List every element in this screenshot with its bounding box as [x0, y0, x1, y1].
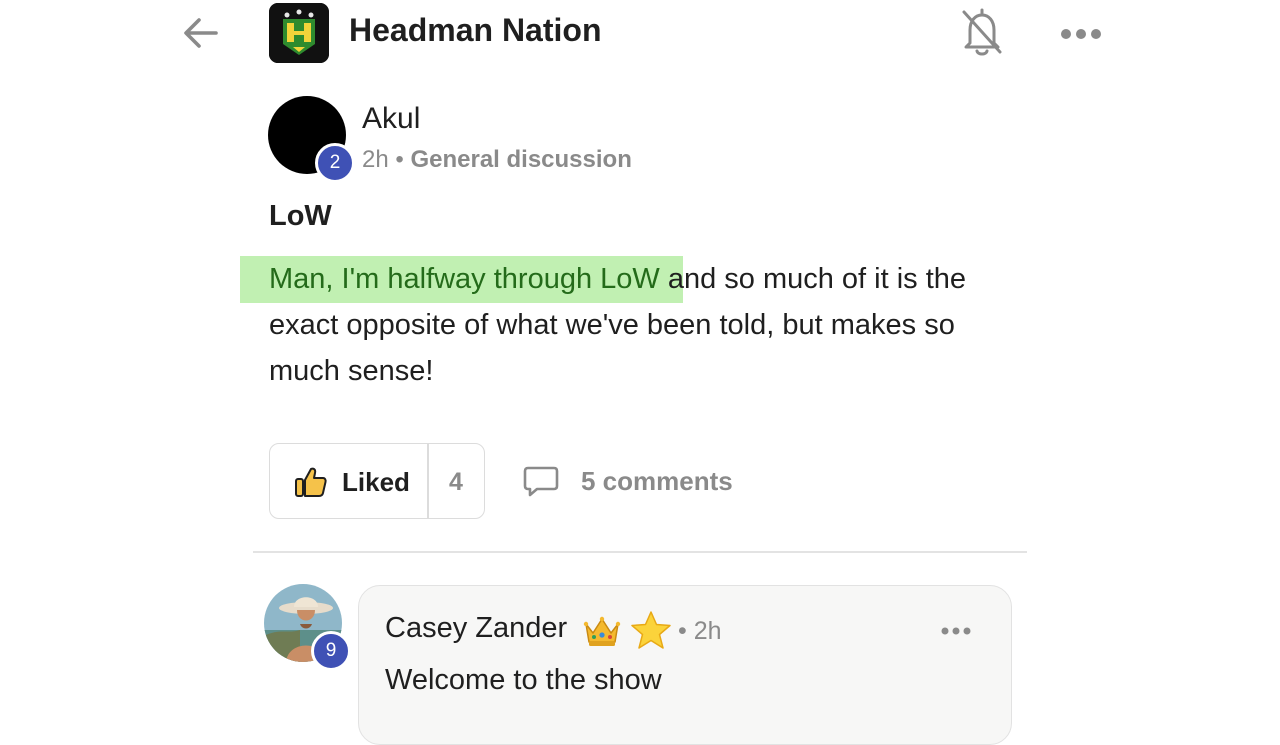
post-time: 2h [362, 146, 389, 173]
like-control: Liked 4 [269, 443, 485, 519]
thumbs-up-icon [294, 466, 328, 498]
like-button[interactable]: Liked [270, 444, 427, 518]
commenter-level-badge: 9 [311, 631, 351, 671]
bell-off-icon[interactable] [958, 6, 1006, 58]
group-logo [269, 3, 329, 63]
author-name[interactable]: Akul [362, 102, 420, 136]
comments-label: 5 comments [581, 466, 733, 496]
section-divider [253, 551, 1027, 553]
post-title: LoW [269, 200, 332, 232]
like-count[interactable]: 4 [428, 444, 484, 518]
author-level-badge: 2 [315, 143, 355, 183]
comment-bubble-icon [522, 465, 560, 499]
commenter-name[interactable]: Casey Zander [385, 612, 567, 645]
more-options-icon[interactable] [1058, 20, 1104, 48]
comment-more-icon[interactable] [940, 620, 972, 642]
highlighted-text: Man, I'm halfway through LoW [269, 263, 660, 295]
back-arrow-icon[interactable] [180, 12, 222, 54]
post-body: Man, I'm halfway through LoW and so much… [269, 256, 989, 394]
star-icon [630, 610, 672, 650]
meta-separator: • [395, 146, 404, 173]
group-title: Headman Nation [349, 12, 602, 48]
crown-icon [582, 614, 622, 648]
post-category[interactable]: General discussion [410, 146, 631, 173]
comment-time: • 2h [678, 617, 722, 645]
like-label: Liked [342, 467, 410, 497]
comment-text: Welcome to the show [385, 664, 662, 696]
post-meta: 2h • General discussion [362, 146, 632, 174]
